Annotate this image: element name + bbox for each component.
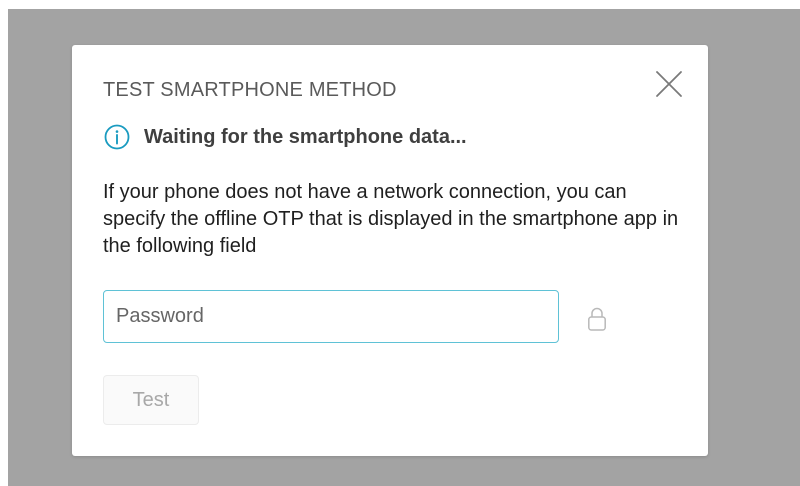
- dialog-title: TEST SMARTPHONE METHOD: [103, 79, 397, 101]
- status-message: Waiting for the smartphone data...: [104, 123, 467, 151]
- password-input[interactable]: [103, 290, 559, 343]
- status-text: Waiting for the smartphone data...: [144, 125, 467, 148]
- lock-icon: [588, 307, 606, 331]
- close-button[interactable]: [652, 67, 686, 101]
- close-icon: [656, 71, 682, 97]
- test-button[interactable]: Test: [103, 375, 199, 425]
- instructions-text: If your phone does not have a network co…: [103, 181, 679, 257]
- test-smartphone-dialog: TEST SMARTPHONE METHOD Waiting for the s…: [72, 45, 708, 456]
- info-icon: [104, 124, 130, 150]
